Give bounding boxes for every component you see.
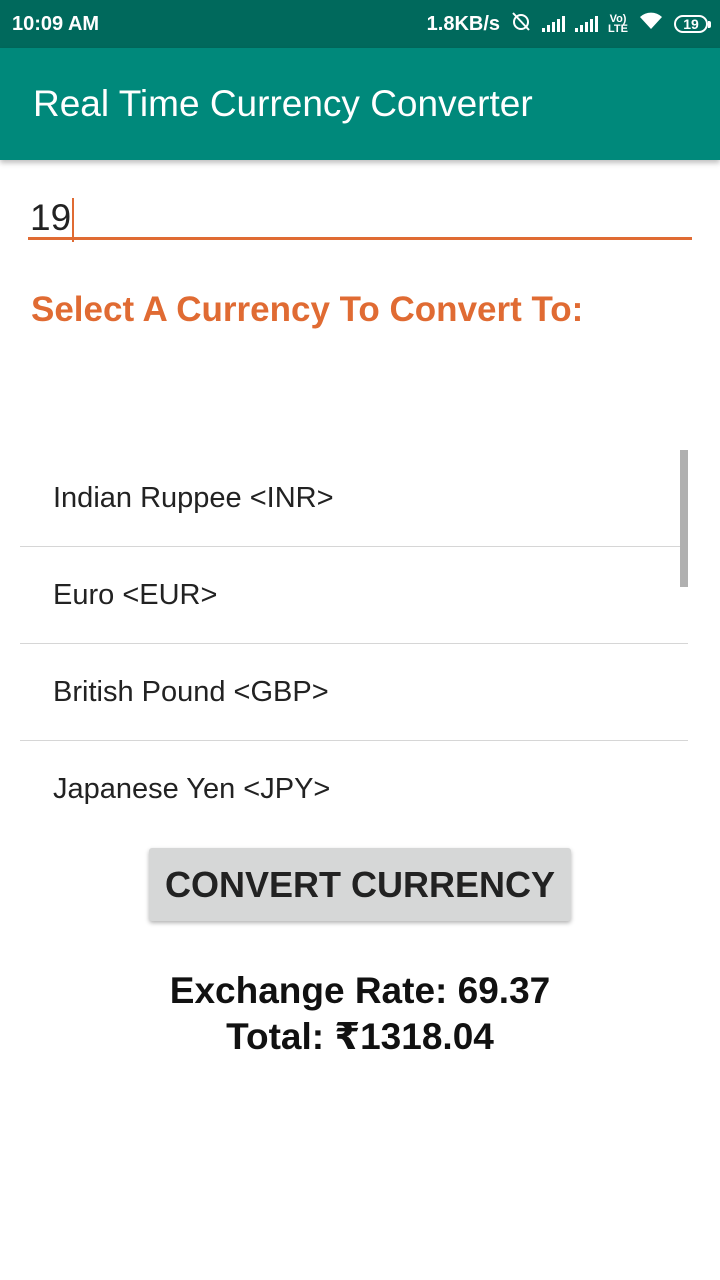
- signal-icon: [542, 16, 566, 32]
- currency-item-label: Euro <EUR>: [53, 578, 218, 611]
- convert-currency-button[interactable]: CONVERT CURRENCY: [149, 848, 571, 921]
- battery-icon: 19: [674, 15, 711, 33]
- status-time: 10:09 AM: [12, 12, 100, 35]
- alarm-off-icon: [510, 10, 532, 38]
- currency-item-inr[interactable]: Indian Ruppee <INR>: [20, 450, 688, 547]
- volte-icon: Vo) LTE: [608, 14, 628, 35]
- wifi-icon: [638, 11, 664, 37]
- result-panel: Exchange Rate: 69.37 Total: ₹1318.04: [0, 968, 720, 1060]
- exchange-rate-text: Exchange Rate: 69.37: [169, 970, 551, 1011]
- amount-input[interactable]: 19: [28, 192, 692, 243]
- currency-item-gbp[interactable]: British Pound <GBP>: [20, 644, 688, 741]
- status-bar: 10:09 AM 1.8KB/s Vo) LTE 19: [0, 0, 720, 48]
- currency-item-label: British Pound <GBP>: [53, 675, 329, 708]
- currency-item-label: Indian Ruppee <INR>: [53, 481, 334, 514]
- battery-level: 19: [683, 16, 699, 32]
- currency-item-eur[interactable]: Euro <EUR>: [20, 547, 688, 644]
- total-text: Total: ₹1318.04: [226, 1016, 494, 1057]
- amount-value: 19: [30, 197, 72, 238]
- currency-prompt: Select A Currency To Convert To:: [31, 290, 584, 329]
- app-title: Real Time Currency Converter: [33, 83, 533, 124]
- status-icons: 1.8KB/s Vo) LTE 19: [426, 10, 711, 38]
- list-scrollbar[interactable]: [680, 450, 688, 587]
- text-cursor: [72, 198, 75, 243]
- volte-bottom: LTE: [608, 23, 628, 35]
- network-speed: 1.8KB/s: [426, 12, 501, 35]
- signal-icon-2: [575, 16, 599, 32]
- currency-list[interactable]: Indian Ruppee <INR> Euro <EUR> British P…: [20, 450, 688, 805]
- app-bar: Real Time Currency Converter: [0, 48, 720, 160]
- currency-item-jpy[interactable]: Japanese Yen <JPY>: [20, 741, 688, 805]
- currency-item-label: Japanese Yen <JPY>: [53, 772, 331, 805]
